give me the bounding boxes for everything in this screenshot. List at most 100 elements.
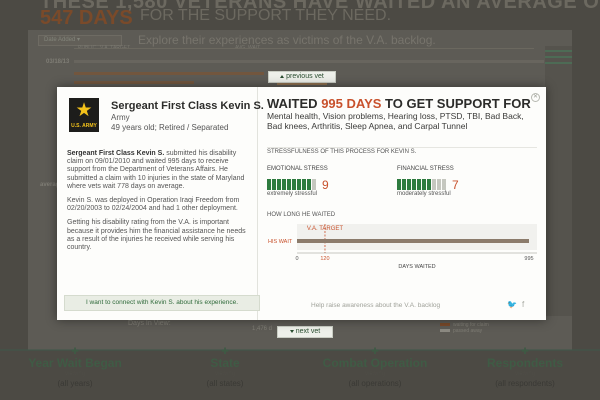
plus-icon: ✚ bbox=[521, 346, 529, 356]
vet-profile-column: ★ U.S. ARMY Sergeant First Class Kevin S… bbox=[57, 87, 264, 320]
emotional-stress-desc: extremely stressful bbox=[267, 191, 318, 197]
x-tick-label: 995 bbox=[524, 256, 533, 262]
his-wait-bar bbox=[297, 239, 529, 243]
tab-underline bbox=[277, 83, 327, 85]
x-tick-label: 0 bbox=[295, 256, 298, 262]
filter-title: Combat Operation bbox=[322, 356, 428, 370]
filter-combat-operation[interactable]: ✚ Combat Operation viewing (all operatio… bbox=[300, 346, 450, 389]
filter-value: (all years) bbox=[57, 379, 93, 388]
waited-heading: WAITED 995 DAYS TO GET SUPPORT FOR bbox=[267, 96, 531, 111]
financial-stress-label: FINANCIAL STRESS bbox=[397, 166, 454, 172]
stress-segment bbox=[272, 179, 276, 191]
stress-segment bbox=[307, 179, 311, 191]
divider bbox=[267, 147, 537, 148]
stress-segment bbox=[432, 179, 436, 191]
story-paragraph: Sergeant First Class Kevin S. submitted … bbox=[67, 150, 250, 191]
stress-segment bbox=[412, 179, 416, 191]
bg-row-bar bbox=[74, 81, 194, 84]
stress-segment bbox=[402, 179, 406, 191]
vet-info: 49 years old; Retired / Separated bbox=[111, 123, 229, 132]
filter-title: Year Wait Began bbox=[28, 356, 122, 370]
filter-viewing: viewing bbox=[514, 371, 535, 377]
bg-side-panel bbox=[545, 46, 572, 316]
bg-scale-line bbox=[74, 48, 534, 49]
emotional-stress: EMOTIONAL STRESS 9 extremely stressful bbox=[267, 165, 329, 197]
stress-segment bbox=[407, 179, 411, 191]
financial-stress: FINANCIAL STRESS 7 moderately stressful bbox=[397, 165, 459, 197]
army-logo-text: U.S. ARMY bbox=[71, 123, 97, 129]
bg-legend-item: passed away bbox=[440, 328, 482, 334]
filter-year[interactable]: ✚ Year Wait Began viewing (all years) bbox=[0, 346, 150, 389]
plus-icon: ✚ bbox=[71, 346, 79, 356]
filter-value: (all operations) bbox=[348, 379, 402, 388]
bg-row-bar bbox=[74, 72, 264, 75]
previous-vet-button[interactable]: previous vet bbox=[268, 71, 336, 85]
filter-value: (all states) bbox=[206, 379, 244, 388]
stress-segment bbox=[417, 179, 421, 191]
wait-details-column: WAITED 995 DAYS TO GET SUPPORT FOR Menta… bbox=[267, 87, 537, 320]
filter-state[interactable]: ✚ State viewing (all states) bbox=[150, 346, 300, 389]
stress-segment bbox=[292, 179, 296, 191]
filter-viewing: viewing bbox=[364, 371, 385, 377]
facebook-icon[interactable]: f bbox=[522, 300, 524, 309]
vet-name: Sergeant First Class Kevin S. bbox=[111, 100, 264, 112]
waited-days: 995 DAYS bbox=[321, 96, 382, 111]
x-axis-label: DAYS WAITED bbox=[398, 264, 435, 270]
bg-side-stripe bbox=[545, 62, 572, 64]
bg-side-stripe bbox=[545, 50, 572, 52]
wait-chart: V.A. TARGET HIS WAIT 0 120 995 DAYS WAIT… bbox=[268, 224, 537, 270]
filter-viewing: viewing bbox=[214, 371, 235, 377]
stress-segment bbox=[277, 179, 281, 191]
bg-subheadline: Explore their experiences as victims of … bbox=[138, 33, 436, 47]
vet-branch: Army bbox=[111, 113, 130, 122]
emotional-stress-value: 9 bbox=[322, 177, 329, 192]
stress-segment bbox=[442, 179, 446, 191]
chevron-up-icon bbox=[280, 74, 285, 78]
his-wait-label: HIS WAIT bbox=[268, 239, 293, 245]
stress-segment bbox=[422, 179, 426, 191]
next-vet-button[interactable]: next vet bbox=[277, 326, 333, 338]
filter-viewing: viewing bbox=[64, 371, 85, 377]
filter-bar: ✚ Year Wait Began viewing (all years) ✚ … bbox=[0, 346, 600, 400]
financial-stress-value: 7 bbox=[452, 177, 459, 192]
stress-segment bbox=[267, 179, 271, 191]
star-icon: ★ bbox=[75, 100, 93, 121]
bg-side-stripe bbox=[545, 56, 572, 58]
financial-stress-desc: moderately stressful bbox=[397, 191, 451, 197]
bg-in-view-label: Days In View: bbox=[128, 320, 171, 327]
stress-segment bbox=[427, 179, 431, 191]
chevron-down-icon bbox=[289, 329, 294, 333]
waited-suffix: TO GET SUPPORT FOR bbox=[385, 96, 531, 111]
stress-segment bbox=[437, 179, 441, 191]
filter-value: (all respondents) bbox=[495, 379, 555, 388]
stress-segment bbox=[287, 179, 291, 191]
story-paragraph: Kevin S. was deployed in Operation Iraqi… bbox=[67, 197, 240, 213]
bg-row-bar bbox=[74, 60, 544, 63]
bg-average-days: 547 DAYS bbox=[40, 7, 133, 29]
bg-in-view-value: 1,476 d bbox=[252, 326, 273, 332]
vet-story: Sergeant First Class Kevin S. submitted … bbox=[67, 150, 250, 258]
bg-date-label: 03/18/13 bbox=[46, 59, 70, 65]
footer-note: Help raise awareness about the V.A. back… bbox=[311, 302, 441, 309]
army-logo: ★ U.S. ARMY bbox=[69, 98, 99, 132]
plus-icon: ✚ bbox=[221, 346, 229, 356]
stress-title: STRESSFULNESS OF THIS PROCESS FOR KEVIN … bbox=[267, 149, 417, 155]
stress-segment bbox=[282, 179, 286, 191]
va-target-label: V.A. TARGET bbox=[307, 226, 344, 232]
how-long-title: HOW LONG HE WAITED bbox=[267, 212, 336, 218]
emotional-stress-label: EMOTIONAL STRESS bbox=[267, 166, 328, 172]
vet-detail-modal: ✕ ★ U.S. ARMY Sergeant First Class Kevin… bbox=[57, 87, 546, 320]
story-paragraph: Getting his disability rating from the V… bbox=[67, 219, 246, 252]
conditions-list: Mental health, Vision problems, Hearing … bbox=[267, 111, 524, 131]
twitter-icon[interactable]: 🐦 bbox=[507, 300, 517, 309]
filter-respondents[interactable]: ✚ Respondents viewing (all respondents) bbox=[450, 346, 600, 389]
bg-headline-rest: FOR THE SUPPORT THEY NEED. bbox=[140, 7, 392, 24]
stress-segment bbox=[297, 179, 301, 191]
financial-stress-meter: 7 bbox=[397, 176, 459, 192]
x-tick-label: 120 bbox=[320, 256, 329, 262]
connect-button[interactable]: I want to connect with Kevin S. about hi… bbox=[64, 295, 260, 311]
stress-segment bbox=[312, 179, 316, 191]
waited-prefix: WAITED bbox=[267, 96, 318, 111]
emotional-stress-meter: 9 bbox=[267, 176, 329, 192]
plus-icon: ✚ bbox=[371, 346, 379, 356]
